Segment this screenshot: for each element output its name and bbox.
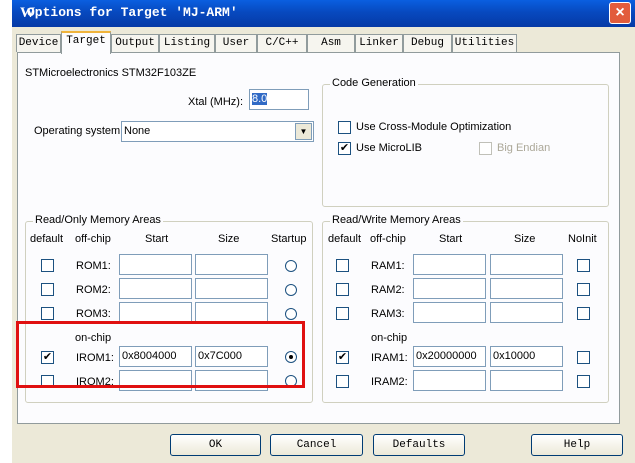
rw-header-size: Size: [514, 233, 536, 245]
iram2-noinit-checkbox[interactable]: [577, 375, 590, 388]
chevron-down-icon[interactable]: ▼: [295, 123, 312, 140]
ram3-label: RAM3:: [371, 308, 405, 320]
iram1-default-checkbox[interactable]: ✔: [336, 351, 349, 364]
cancel-button[interactable]: Cancel: [270, 434, 363, 456]
tab-output[interactable]: Output: [111, 34, 159, 52]
ram2-noinit-checkbox[interactable]: [577, 283, 590, 296]
rw-onchip-label: on-chip: [371, 332, 408, 344]
ram3-start-input[interactable]: [413, 302, 486, 323]
rom2-size-input[interactable]: [195, 278, 268, 299]
ram2-default-checkbox[interactable]: [336, 283, 349, 296]
big-endian-label: Big Endian: [497, 142, 551, 154]
ram1-size-input[interactable]: [490, 254, 563, 275]
iram2-start-input[interactable]: [413, 370, 486, 391]
ram1-start-input[interactable]: [413, 254, 486, 275]
microlib-label: Use MicroLIB: [356, 142, 423, 154]
iram1-start-input[interactable]: 0x20000000: [413, 346, 486, 367]
cross-module-label: Use Cross-Module Optimization: [356, 121, 512, 133]
big-endian-checkbox[interactable]: [479, 142, 492, 155]
tab-linker[interactable]: Linker: [355, 34, 403, 52]
os-value: None: [124, 125, 151, 137]
xtal-label: Xtal (MHz):: [188, 96, 243, 108]
xtal-value: 8.0: [252, 93, 268, 105]
ram3-noinit-checkbox[interactable]: [577, 307, 590, 320]
close-button[interactable]: ×: [609, 2, 631, 24]
highlight-box: [16, 321, 305, 388]
ram2-size-input[interactable]: [490, 278, 563, 299]
help-button[interactable]: Help: [531, 434, 623, 456]
tab-utilities[interactable]: Utilities: [452, 34, 517, 52]
rw-header-default: default: [328, 233, 362, 245]
tab-device[interactable]: Device: [16, 34, 61, 52]
ro-header-default: default: [30, 233, 64, 245]
ok-button[interactable]: OK: [170, 434, 261, 456]
rw-header-noinit: NoInit: [568, 233, 597, 245]
tab-user[interactable]: User: [215, 34, 257, 52]
tab-asm[interactable]: Asm: [307, 34, 355, 52]
options-dialog: W Options for Target 'MJ-ARM' × Device T…: [12, 0, 635, 463]
ro-header-start: Start: [145, 233, 169, 245]
iram1-label: IRAM1:: [371, 352, 408, 364]
iram2-size-input[interactable]: [490, 370, 563, 391]
os-select[interactable]: None ▼: [121, 121, 314, 142]
title-bar[interactable]: W Options for Target 'MJ-ARM' ×: [12, 0, 635, 27]
ram1-label: RAM1:: [371, 260, 405, 272]
xtal-input[interactable]: 8.0: [249, 89, 309, 110]
ro-header-size: Size: [218, 233, 240, 245]
rom2-start-input[interactable]: [119, 278, 192, 299]
iram1-noinit-checkbox[interactable]: [577, 351, 590, 364]
rom1-size-input[interactable]: [195, 254, 268, 275]
ram1-default-checkbox[interactable]: [336, 259, 349, 272]
ram1-noinit-checkbox[interactable]: [577, 259, 590, 272]
rom2-label: ROM2:: [76, 284, 111, 296]
rom1-default-checkbox[interactable]: [41, 259, 54, 272]
tab-c-cpp[interactable]: C/C++: [257, 34, 307, 52]
rom3-default-checkbox[interactable]: [41, 307, 54, 320]
ro-header-startup: Startup: [271, 233, 307, 245]
defaults-button[interactable]: Defaults: [373, 434, 465, 456]
tab-debug[interactable]: Debug: [403, 34, 452, 52]
rw-header-offchip: off-chip: [370, 233, 406, 245]
rom3-size-input[interactable]: [195, 302, 268, 323]
tab-listing[interactable]: Listing: [159, 34, 215, 52]
ram2-label: RAM2:: [371, 284, 405, 296]
rw-memory-title: Read/Write Memory Areas: [330, 214, 463, 227]
rw-header-start: Start: [439, 233, 463, 245]
iram2-default-checkbox[interactable]: [336, 375, 349, 388]
cross-module-checkbox[interactable]: [338, 121, 351, 134]
background-window-strip: [0, 0, 12, 463]
rom3-start-input[interactable]: [119, 302, 192, 323]
iram2-label: IRAM2:: [371, 376, 408, 388]
rom2-default-checkbox[interactable]: [41, 283, 54, 296]
rom2-startup-radio[interactable]: [285, 284, 297, 296]
ram2-start-input[interactable]: [413, 278, 486, 299]
iram1-size-input[interactable]: 0x10000: [490, 346, 563, 367]
ro-header-offchip: off-chip: [75, 233, 111, 245]
code-generation-title: Code Generation: [330, 77, 418, 90]
ram3-default-checkbox[interactable]: [336, 307, 349, 320]
rom3-label: ROM3:: [76, 308, 111, 320]
window-title: Options for Target 'MJ-ARM': [27, 5, 238, 20]
rom1-start-input[interactable]: [119, 254, 192, 275]
ro-memory-title: Read/Only Memory Areas: [33, 214, 163, 227]
rom3-startup-radio[interactable]: [285, 308, 297, 320]
tab-target[interactable]: Target: [61, 31, 111, 54]
microlib-checkbox[interactable]: ✔: [338, 142, 351, 155]
device-name: STMicroelectronics STM32F103ZE: [25, 67, 197, 79]
ram3-size-input[interactable]: [490, 302, 563, 323]
os-label: Operating system:: [34, 125, 124, 137]
rom1-label: ROM1:: [76, 260, 111, 272]
rom1-startup-radio[interactable]: [285, 260, 297, 272]
